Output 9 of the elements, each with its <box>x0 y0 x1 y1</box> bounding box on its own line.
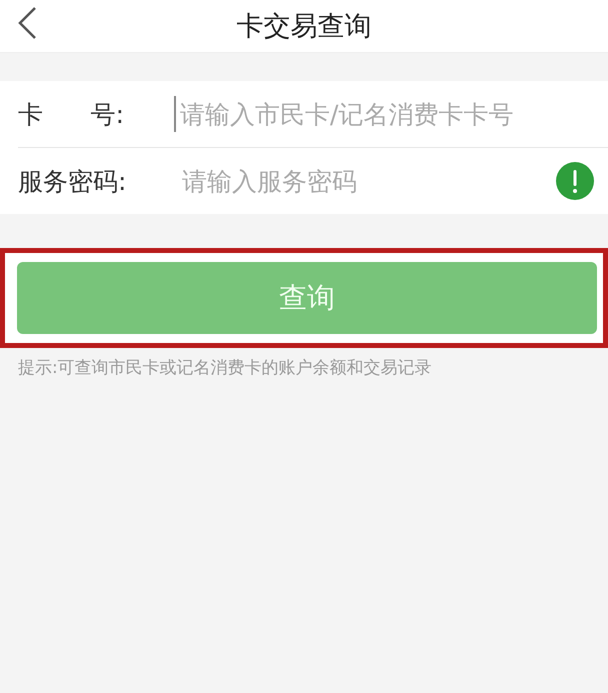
query-button[interactable]: 查询 <box>17 262 597 334</box>
hint-text: 提示:可查询市民卡或记名消费卡的账户余额和交易记录 <box>18 357 433 379</box>
input-field[interactable]: 请输入市民卡/记名消费卡卡号 <box>174 96 594 132</box>
back-icon <box>16 6 38 40</box>
page-title: 卡交易查询 <box>236 10 372 44</box>
alert-icon[interactable] <box>556 162 594 200</box>
input-field[interactable]: 请输入服务密码 <box>174 163 556 199</box>
field-label: 卡 号: <box>18 98 126 130</box>
field-label: 服务密码: <box>18 166 128 198</box>
